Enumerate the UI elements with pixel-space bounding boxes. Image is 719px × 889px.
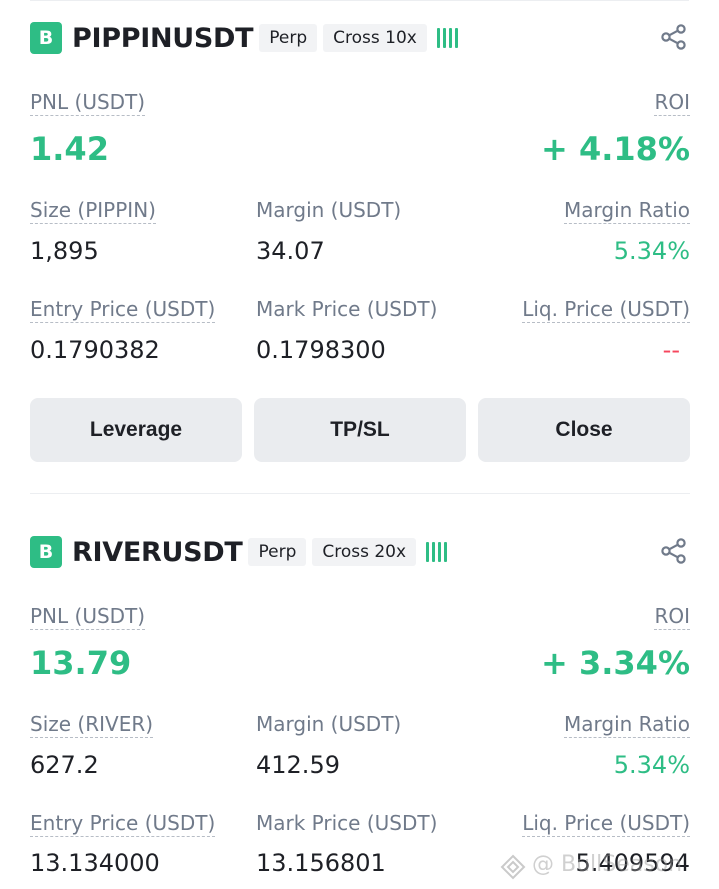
position-card-pippinusdt: B PIPPINUSDT Perp Cross 10x PNL (USDT) R… [30, 21, 690, 462]
roi-value: + 4.18% [541, 130, 690, 168]
type-tag: Perp [248, 538, 307, 566]
watermark-text: @ BullSeason [532, 852, 683, 877]
pnl-value: 1.42 [30, 130, 109, 168]
entry-price-value: 13.134000 [30, 849, 160, 877]
liq-price-label[interactable]: Liq. Price (USDT) [522, 811, 690, 837]
share-icon[interactable] [660, 537, 688, 565]
signal-bars-icon [426, 542, 448, 562]
symbol-title[interactable]: RIVERUSDT [72, 537, 243, 568]
mark-price-label: Mark Price (USDT) [256, 811, 438, 835]
card-divider [30, 493, 690, 494]
roi-label[interactable]: ROI [654, 90, 690, 116]
pnl-label[interactable]: PNL (USDT) [30, 90, 146, 116]
margin-label: Margin (USDT) [256, 198, 402, 222]
size-value: 627.2 [30, 751, 99, 779]
roi-label[interactable]: ROI [654, 604, 690, 630]
close-button[interactable]: Close [478, 398, 690, 462]
share-icon[interactable] [660, 23, 688, 51]
tpsl-button[interactable]: TP/SL [254, 398, 466, 462]
watermark-logo-icon [500, 854, 526, 880]
side-badge: B [30, 22, 62, 54]
margin-ratio-value: 5.34% [613, 751, 690, 779]
roi-value: + 3.34% [541, 644, 690, 682]
pnl-label[interactable]: PNL (USDT) [30, 604, 146, 630]
side-badge: B [30, 536, 62, 568]
positions-page: B PIPPINUSDT Perp Cross 10x PNL (USDT) R… [0, 0, 719, 889]
margin-label: Margin (USDT) [256, 712, 402, 736]
margin-mode-tag[interactable]: Cross 10x [323, 24, 427, 52]
entry-price-value: 0.1790382 [30, 336, 160, 364]
entry-price-label[interactable]: Entry Price (USDT) [30, 811, 216, 837]
entry-price-label[interactable]: Entry Price (USDT) [30, 297, 216, 323]
margin-value: 34.07 [256, 237, 325, 265]
size-label[interactable]: Size (PIPPIN) [30, 198, 156, 224]
margin-ratio-value: 5.34% [613, 237, 690, 265]
position-card-riverusdt: B RIVERUSDT Perp Cross 20x PNL (USDT) RO… [30, 535, 690, 889]
mark-price-label: Mark Price (USDT) [256, 297, 438, 321]
top-divider [30, 0, 689, 1]
position-header: B RIVERUSDT Perp Cross 20x [30, 535, 690, 569]
pnl-value: 13.79 [30, 644, 132, 682]
position-header: B PIPPINUSDT Perp Cross 10x [30, 21, 690, 55]
type-tag: Perp [259, 24, 318, 52]
leverage-button[interactable]: Leverage [30, 398, 242, 462]
signal-bars-icon [436, 28, 458, 48]
mark-price-value: 13.156801 [256, 849, 386, 877]
size-value: 1,895 [30, 237, 99, 265]
margin-ratio-label[interactable]: Margin Ratio [563, 712, 690, 738]
margin-ratio-label[interactable]: Margin Ratio [563, 198, 690, 224]
liq-price-value: -- [662, 336, 680, 364]
margin-value: 412.59 [256, 751, 340, 779]
action-buttons: Leverage TP/SL Close [30, 398, 690, 462]
symbol-title[interactable]: PIPPINUSDT [72, 23, 254, 54]
liq-price-label[interactable]: Liq. Price (USDT) [522, 297, 690, 323]
mark-price-value: 0.1798300 [256, 336, 386, 364]
watermark: @ BullSeason [500, 848, 719, 889]
margin-mode-tag[interactable]: Cross 20x [312, 538, 417, 566]
size-label[interactable]: Size (RIVER) [30, 712, 154, 738]
